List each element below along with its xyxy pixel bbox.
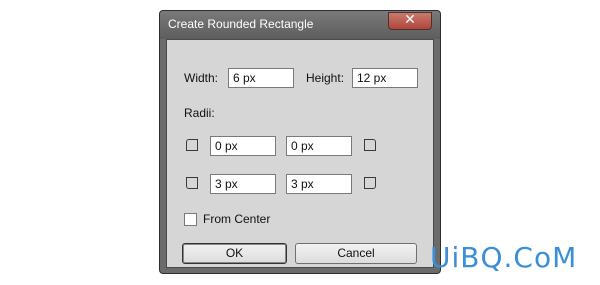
watermark-logo: UiBQ.CoM <box>430 241 578 274</box>
close-icon: ✕ <box>404 11 416 27</box>
cancel-button[interactable]: Cancel <box>295 243 417 264</box>
top-left-radius-field[interactable]: 0 px <box>210 136 276 156</box>
dialog-titlebar[interactable]: Create Rounded Rectangle ✕ <box>160 11 440 39</box>
dialog-body: Width: 6 px Height: 12 px Radii: 0 px 0 … <box>166 39 434 268</box>
bottom-left-radius-field[interactable]: 3 px <box>210 174 276 194</box>
bottom-right-radius-field[interactable]: 3 px <box>286 174 352 194</box>
ok-button[interactable]: OK <box>182 243 287 264</box>
from-center-checkbox[interactable] <box>184 213 197 226</box>
close-button[interactable]: ✕ <box>388 11 432 30</box>
radii-label: Radii: <box>184 106 215 120</box>
from-center-label[interactable]: From Center <box>203 212 270 226</box>
bottom-left-corner-icon <box>186 177 198 189</box>
bottom-right-corner-icon <box>364 177 376 189</box>
top-right-corner-icon <box>364 139 376 151</box>
dialog-title: Create Rounded Rectangle <box>168 17 314 31</box>
height-label: Height: <box>306 71 345 85</box>
create-rounded-rectangle-dialog: Create Rounded Rectangle ✕ Width: 6 px H… <box>159 10 441 274</box>
width-label: Width: <box>184 71 219 85</box>
top-left-corner-icon <box>186 139 198 151</box>
width-field[interactable]: 6 px <box>228 68 294 88</box>
top-right-radius-field[interactable]: 0 px <box>286 136 352 156</box>
height-field[interactable]: 12 px <box>352 68 418 88</box>
